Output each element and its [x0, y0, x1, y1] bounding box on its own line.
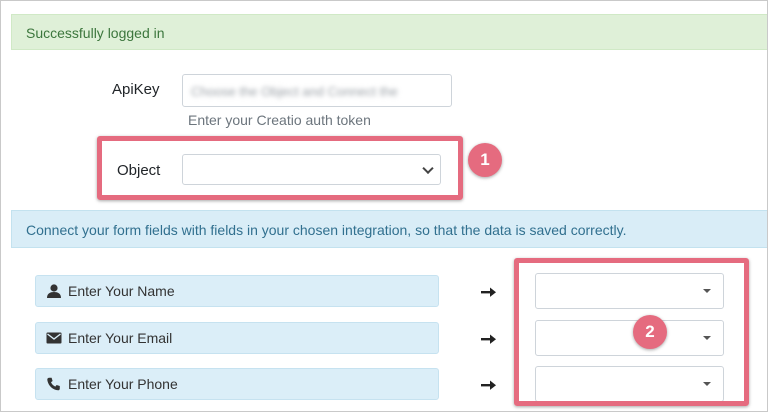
annotation-badge-2: 2 [633, 315, 667, 349]
phone-icon [47, 377, 60, 391]
arrow-right-icon [481, 380, 496, 390]
info-alert: Connect your form fields with fields in … [11, 210, 767, 248]
annotation-highlight-mapping [514, 258, 749, 406]
apikey-help-text: Enter your Creatio auth token [188, 112, 371, 128]
annotation-highlight-object [97, 136, 463, 200]
integration-settings-panel: Successfully logged in ApiKey Choose the… [0, 0, 768, 412]
arrow-right-icon [481, 334, 496, 344]
envelope-icon [46, 332, 62, 344]
form-field-phone: Enter Your Phone [35, 368, 439, 400]
info-alert-text: Connect your form fields with fields in … [26, 222, 627, 238]
success-alert: Successfully logged in [11, 14, 767, 50]
form-field-label: Enter Your Name [68, 283, 175, 299]
form-field-label: Enter Your Email [68, 330, 173, 346]
apikey-value: Choose the Object and Connect the [191, 84, 398, 99]
form-field-email: Enter Your Email [35, 322, 439, 354]
apikey-label: ApiKey [112, 81, 160, 98]
annotation-badge-1: 1 [468, 143, 502, 177]
form-field-name: Enter Your Name [35, 275, 439, 307]
form-field-label: Enter Your Phone [68, 376, 178, 392]
success-alert-text: Successfully logged in [26, 25, 165, 41]
apikey-input[interactable]: Choose the Object and Connect the [182, 74, 452, 107]
arrow-right-icon [481, 287, 496, 297]
user-icon [47, 284, 61, 298]
